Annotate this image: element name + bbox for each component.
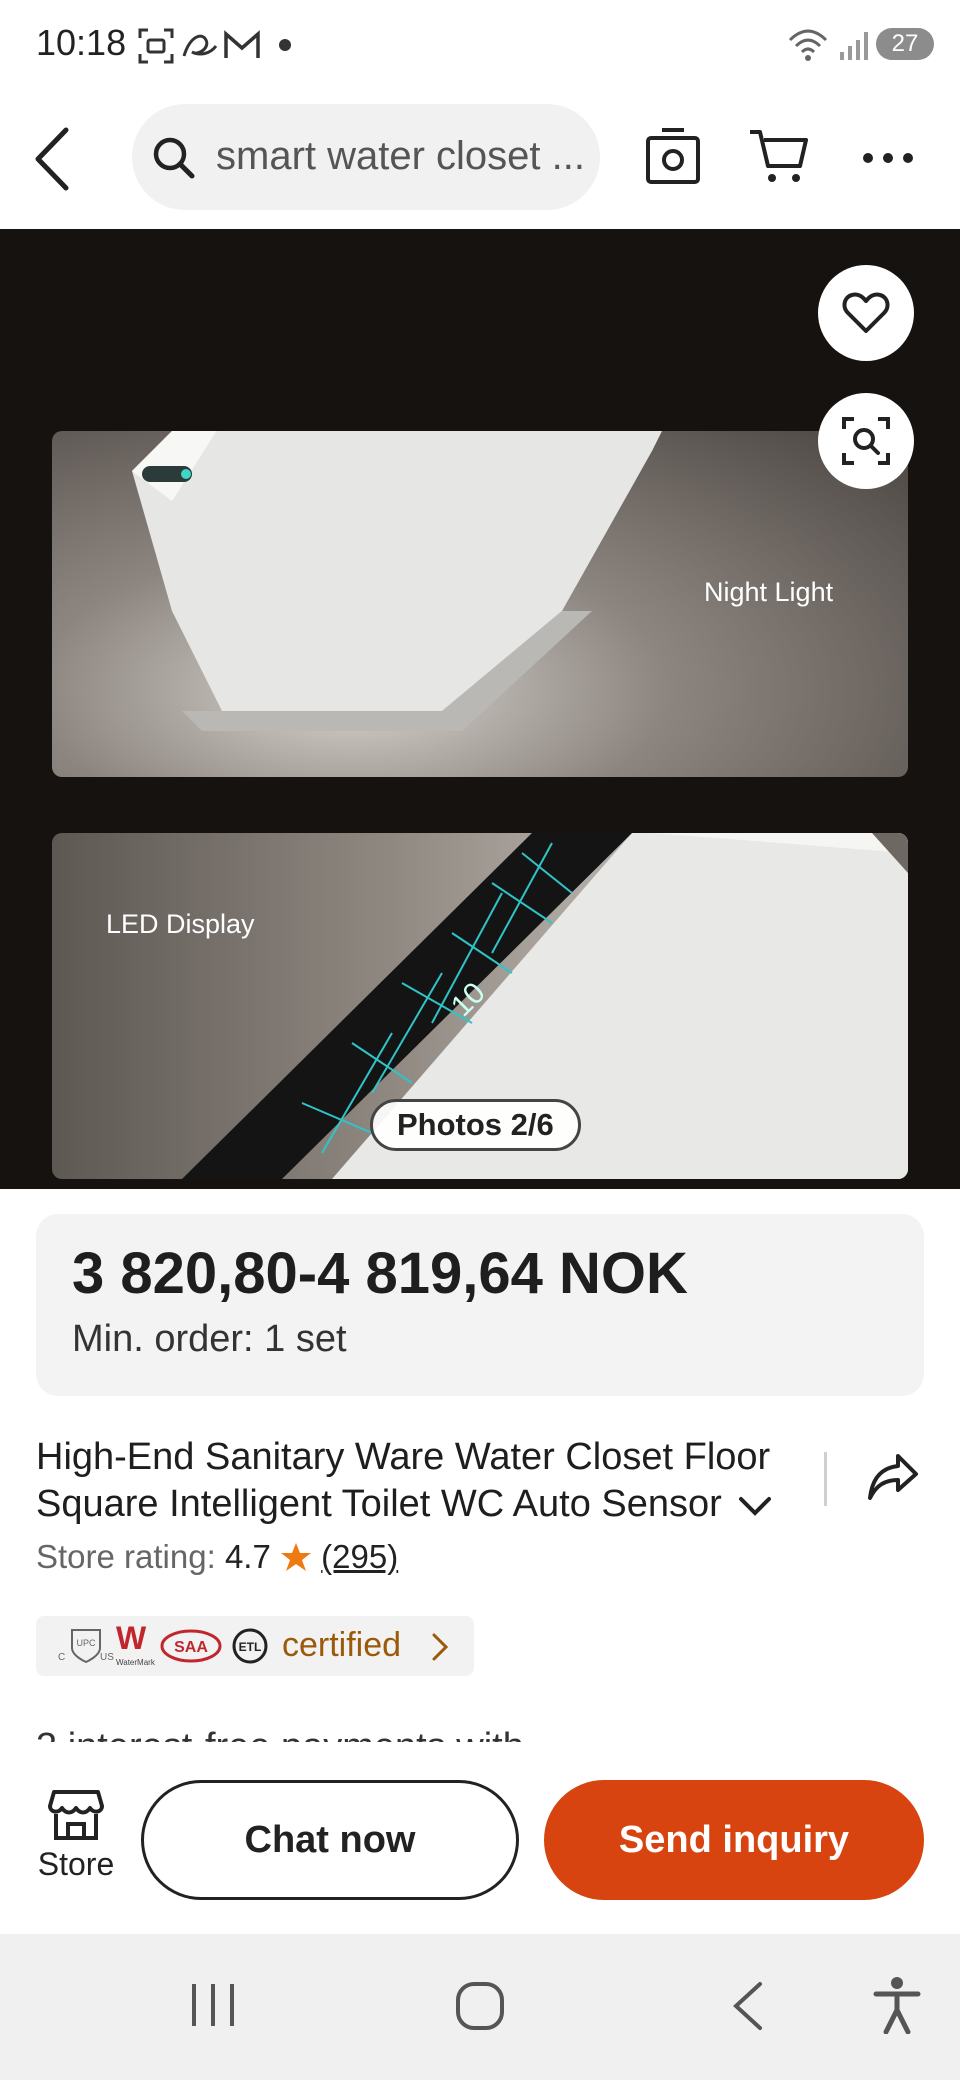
store-rating: Store rating: 4.7 (295) xyxy=(36,1538,398,1576)
store-rating-count[interactable]: (295) xyxy=(321,1538,398,1575)
photos-counter-badge: Photos 2/6 xyxy=(370,1099,581,1151)
image-search-icon xyxy=(842,417,890,465)
heart-icon xyxy=(842,292,890,333)
screenshot-icon xyxy=(138,28,174,64)
price-card: 3 820,80-4 819,64 NOK Min. order: 1 set xyxy=(36,1214,924,1396)
accessibility-icon[interactable] xyxy=(872,1976,922,2034)
toilet-image xyxy=(132,431,662,731)
upc-logo-subtext-c: C xyxy=(58,1652,66,1663)
title-divider xyxy=(824,1452,827,1506)
search-header: smart water closet ... xyxy=(0,90,960,230)
min-order: Min. order: 1 set xyxy=(72,1318,347,1360)
certified-label: certified xyxy=(282,1626,402,1664)
image-search-button[interactable] xyxy=(818,393,914,489)
label-night-light: Night Light xyxy=(704,577,834,607)
share-icon[interactable] xyxy=(866,1452,920,1502)
gmail-icon xyxy=(224,30,260,58)
store-button[interactable]: Store xyxy=(28,1788,124,1888)
upc-logo-text: UPC xyxy=(76,1638,96,1648)
more-icon[interactable] xyxy=(862,152,914,164)
store-rating-label: Store rating: xyxy=(36,1538,216,1575)
home-icon[interactable] xyxy=(454,1980,506,2032)
watermark-logo-subtext: WaterMark xyxy=(116,1658,155,1667)
etl-logo-text: ETL xyxy=(239,1640,262,1654)
wifi-icon xyxy=(788,29,828,61)
saa-logo-text: SAA xyxy=(174,1639,208,1656)
etl-logo-icon: ETL xyxy=(232,1628,268,1664)
product-title[interactable]: High-End Sanitary Ware Water Closet Floo… xyxy=(36,1434,796,1528)
store-rating-value: 4.7 xyxy=(224,1538,271,1575)
chevron-down-icon[interactable] xyxy=(738,1495,772,1517)
battery-indicator: 27 xyxy=(876,28,934,60)
label-led-display: LED Display xyxy=(106,909,255,939)
product-image-gallery[interactable]: Night Light LED Display 10 Photos 2/6 xyxy=(0,229,960,1189)
upc-logo-subtext-us: US xyxy=(100,1652,114,1663)
signal-icon xyxy=(840,32,868,60)
recent-apps-icon[interactable] xyxy=(188,1980,238,2030)
status-time: 10:18 xyxy=(36,22,127,63)
search-query-text: smart water closet ... xyxy=(216,134,585,178)
saa-logo-icon: SAA xyxy=(160,1629,222,1663)
favorite-button[interactable] xyxy=(818,265,914,361)
camera-icon[interactable] xyxy=(644,126,702,186)
system-navigation-bar xyxy=(0,1934,960,2080)
price-range: 3 820,80-4 819,64 NOK xyxy=(72,1241,688,1306)
search-input[interactable]: smart water closet ... xyxy=(132,104,600,210)
chat-now-button[interactable]: Chat now xyxy=(141,1780,519,1900)
store-icon xyxy=(48,1790,104,1840)
cart-icon[interactable] xyxy=(748,126,812,186)
chevron-right-icon xyxy=(432,1633,449,1661)
dot-indicator-icon xyxy=(279,39,291,51)
status-bar: 10:18 27 xyxy=(0,0,960,90)
certifications-strip[interactable]: UPC C US W WaterMark SAA ETL certified xyxy=(36,1616,474,1676)
back-arrow-icon[interactable] xyxy=(32,126,72,192)
star-icon xyxy=(280,1543,311,1571)
watermark-logo-icon: W xyxy=(116,1620,147,1656)
gallery-panel-night-light: Night Light xyxy=(52,431,908,777)
search-icon xyxy=(153,137,195,179)
send-inquiry-button[interactable]: Send inquiry xyxy=(544,1780,924,1900)
product-title-text: High-End Sanitary Ware Water Closet Floo… xyxy=(36,1436,771,1525)
store-label: Store xyxy=(37,1846,115,1882)
bottom-action-bar: Store Chat now Send inquiry xyxy=(0,1742,960,1934)
app-notification-icon xyxy=(182,34,218,57)
back-nav-icon[interactable] xyxy=(730,1980,766,2032)
